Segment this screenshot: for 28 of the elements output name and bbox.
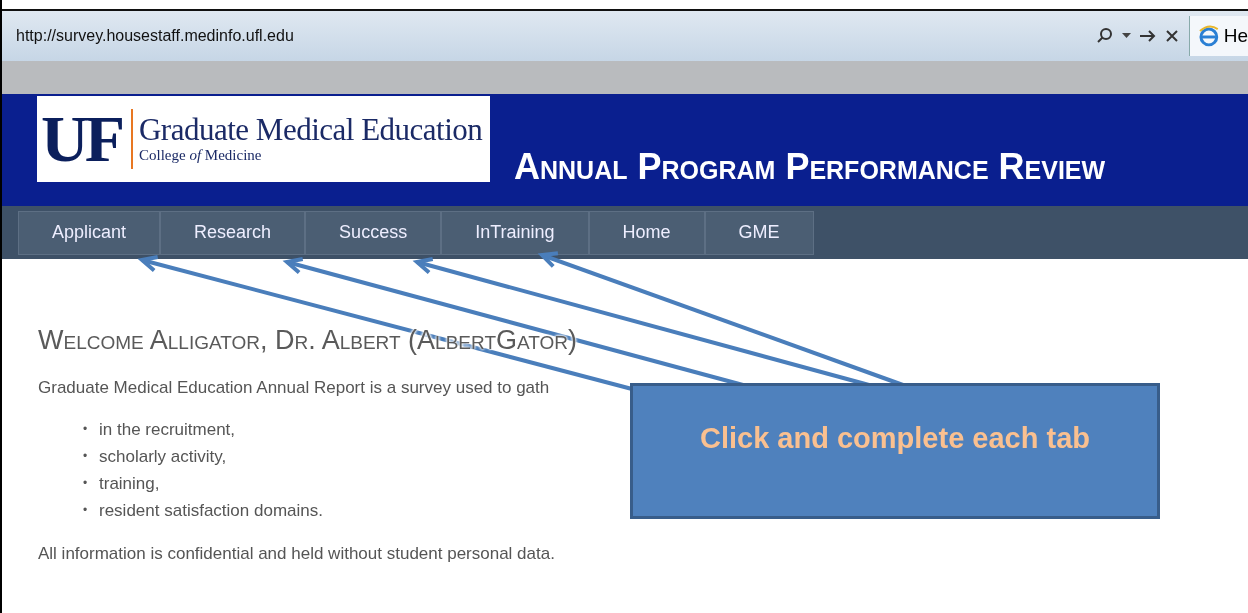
bullet-item: in the recruitment, bbox=[99, 419, 236, 441]
caret-icon[interactable] bbox=[1122, 33, 1131, 39]
bullet-marker: • bbox=[83, 475, 89, 492]
bullet-marker: • bbox=[83, 502, 89, 519]
logo-mark: UF bbox=[41, 106, 121, 172]
nav-tab[interactable]: InTraining bbox=[441, 210, 589, 255]
callout-box: Click and complete each tab bbox=[630, 383, 1160, 519]
bullet-marker: • bbox=[83, 448, 89, 465]
logo-subtitle: College of Medicine bbox=[139, 146, 263, 164]
logo-title: Graduate Medical Education bbox=[139, 114, 483, 147]
bullet-item: resident satisfaction domains. bbox=[99, 500, 323, 522]
nav-tab[interactable]: Research bbox=[160, 210, 306, 255]
nav-tab[interactable]: Applicant bbox=[18, 210, 161, 255]
nav-tab[interactable]: Home bbox=[588, 210, 705, 255]
nav-tab[interactable]: Success bbox=[305, 210, 442, 255]
bullet-marker: • bbox=[83, 421, 89, 438]
bullet-item: scholarly activity, bbox=[99, 446, 227, 468]
page-title: Annual Program Performance Review bbox=[514, 146, 1106, 188]
nav-tab[interactable]: GME bbox=[704, 210, 814, 255]
close-icon[interactable] bbox=[1165, 29, 1179, 43]
globe-icon bbox=[1198, 25, 1220, 47]
search-icon[interactable] bbox=[1096, 27, 1114, 45]
bullet-item: training, bbox=[99, 473, 160, 495]
go-icon[interactable] bbox=[1139, 29, 1157, 43]
note-text: All information is confidential and held without student personal data. bbox=[38, 544, 556, 564]
intro-text: Graduate Medical Education Annual Report is a survey used to gath bbox=[38, 378, 551, 398]
address-field[interactable]: http://survey.housestaff.medinfo.ufl.edu bbox=[2, 27, 1096, 45]
browser-tab[interactable]: He bbox=[1189, 16, 1248, 56]
